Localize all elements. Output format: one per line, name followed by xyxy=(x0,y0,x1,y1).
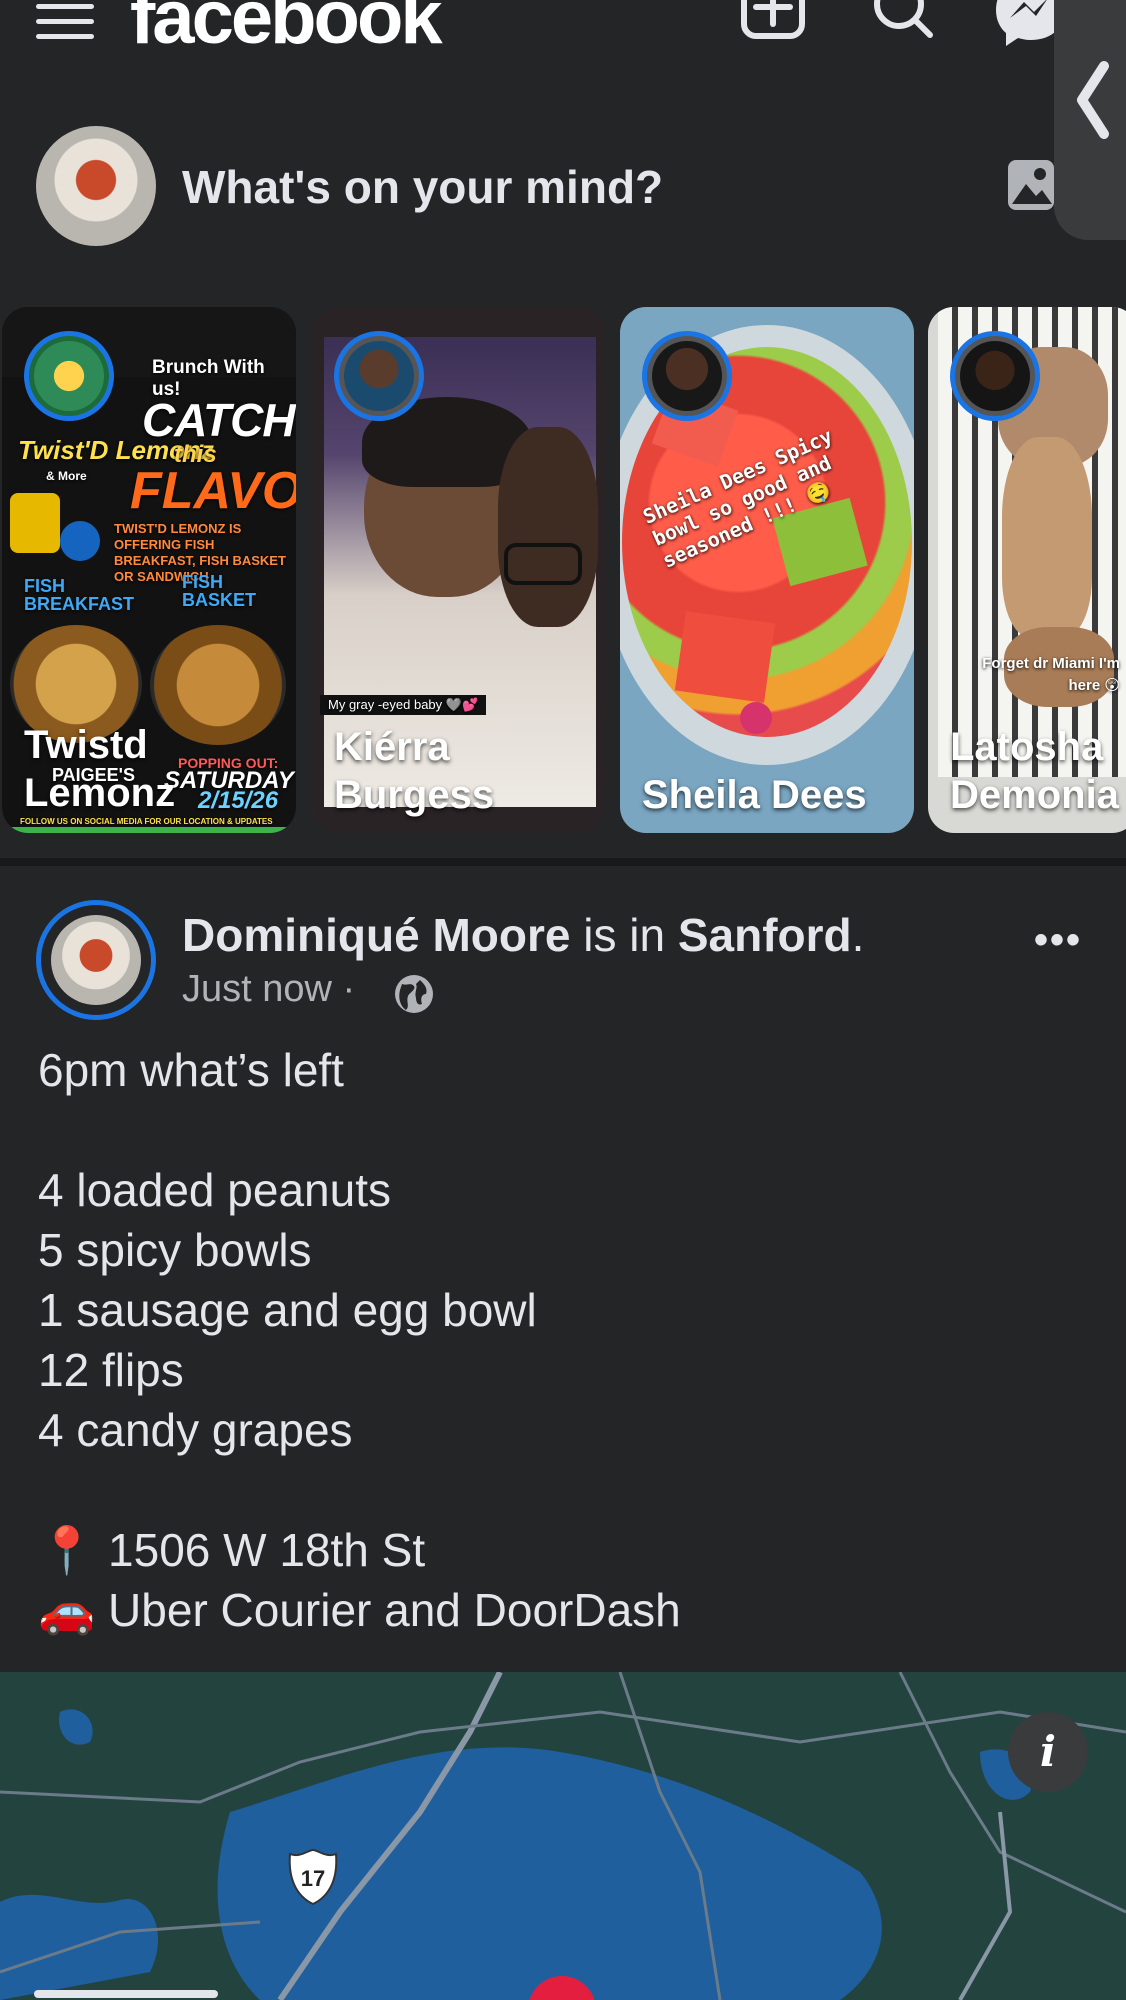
composer-prompt[interactable]: What's on your mind? xyxy=(182,160,663,214)
hamburger-icon[interactable] xyxy=(36,0,94,44)
post-line: 🚗 Uber Courier and DoorDash xyxy=(38,1584,681,1636)
post-body: 6pm what’s left 4 loaded peanuts 5 spicy… xyxy=(38,1040,1098,1640)
story-name: Latosha Demonia xyxy=(950,725,1119,817)
story-name: Sheila Dees xyxy=(642,773,867,817)
story-card[interactable]: Forget dr Miami I'm here 😲 Latosha Demoni… xyxy=(928,307,1126,833)
story-avatar xyxy=(24,331,114,421)
story-caption: Forget dr Miami I'm here 😲 xyxy=(982,655,1120,694)
story-avatar xyxy=(334,331,424,421)
post-time[interactable]: Just now xyxy=(182,968,332,1010)
story-name: Twistd Lemonz xyxy=(24,723,176,815)
post-line: 1 sausage and egg bowl xyxy=(38,1284,537,1336)
story-card[interactable]: Brunch With us! Twist'D Lemonz & More CA… xyxy=(2,307,296,833)
post-location[interactable]: Sanford xyxy=(678,909,852,961)
story-avatar xyxy=(950,331,1040,421)
svg-text:17: 17 xyxy=(301,1866,325,1891)
post-is-in: is in xyxy=(570,909,678,961)
photo-icon[interactable] xyxy=(1006,156,1056,214)
flyer-headline-3: FLAVOR! xyxy=(130,462,296,520)
chevron-left-icon[interactable] xyxy=(1072,60,1112,140)
globe-icon xyxy=(395,975,433,1013)
feed-divider xyxy=(0,858,1126,866)
post-line xyxy=(38,1100,1098,1160)
post-more-icon[interactable]: ••• xyxy=(1034,918,1082,963)
flyer-right-label: FISH BASKET xyxy=(182,572,257,610)
post-meta: Just now · xyxy=(182,968,355,1011)
home-indicator xyxy=(34,1990,218,1998)
side-panel-handle[interactable] xyxy=(1054,0,1126,240)
story-avatar xyxy=(642,331,732,421)
post-author-avatar[interactable] xyxy=(36,900,156,1020)
flyer-headline-1: CATCH xyxy=(142,394,296,446)
route-shield-icon: 17 xyxy=(288,1848,338,1906)
post-author-name[interactable]: Dominiqué Moore xyxy=(182,909,570,961)
post-line: 📍 1506 W 18th St xyxy=(38,1524,426,1576)
flyer-brand-sub: & More xyxy=(46,469,87,483)
story-card[interactable]: Sheila Dees Spicy bowl so good and seaso… xyxy=(620,307,914,833)
story-name: Kiérra Burgess xyxy=(334,725,495,817)
plus-square-icon[interactable] xyxy=(738,0,808,50)
post-line: 12 flips xyxy=(38,1344,184,1396)
flyer-follow: FOLLOW US ON SOCIAL MEDIA FOR OUR LOCATI… xyxy=(20,817,273,826)
story-caption: My gray -eyed baby 🩶💕 xyxy=(320,695,487,715)
my-avatar[interactable] xyxy=(36,126,156,246)
post-line xyxy=(38,1460,1098,1520)
post-line: 4 candy grapes xyxy=(38,1404,353,1456)
post-line: 6pm what’s left xyxy=(38,1044,344,1096)
facebook-logo[interactable]: facebook xyxy=(130,0,443,61)
top-bar: facebook xyxy=(0,0,1126,80)
post-line: 5 spicy bowls xyxy=(38,1224,312,1276)
location-map[interactable] xyxy=(0,1672,1126,2000)
post-line: 4 loaded peanuts xyxy=(38,1164,391,1216)
story-card[interactable]: My gray -eyed baby 🩶💕 Kiérra Burgess xyxy=(312,307,606,833)
map-info-icon[interactable]: i xyxy=(1008,1712,1088,1792)
post-meta-dot: · xyxy=(342,968,356,1010)
search-icon[interactable] xyxy=(868,0,938,50)
flyer-left-label: FISH BREAKFAST xyxy=(24,576,135,614)
post-header: Dominiqué Moore is in Sanford. xyxy=(182,909,865,961)
